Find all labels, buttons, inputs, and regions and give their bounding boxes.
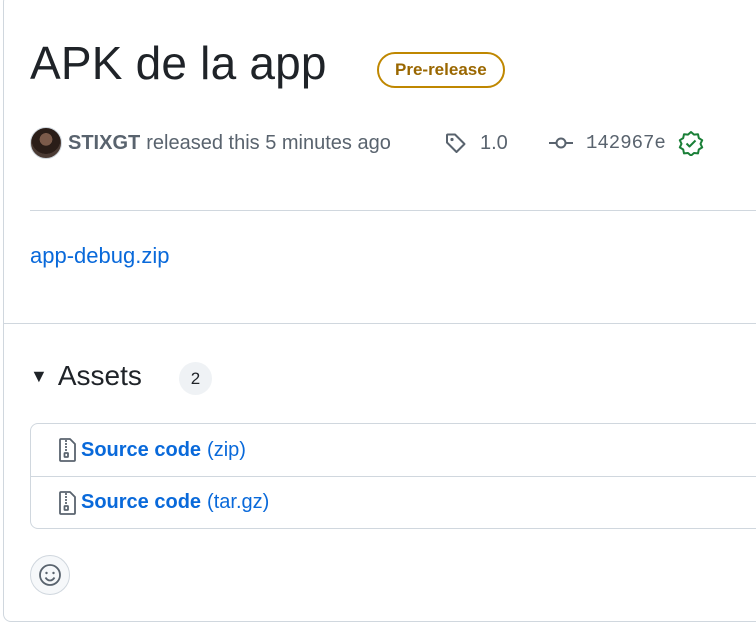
assets-toggle[interactable]: ▼ Assets <box>30 360 142 392</box>
commit-link[interactable]: 142967e <box>548 126 704 160</box>
assets-count: 2 <box>179 362 212 395</box>
file-zip-icon <box>59 490 77 515</box>
commit-icon <box>548 131 574 155</box>
release-notes-link[interactable]: app-debug.zip <box>30 243 169 269</box>
commit-hash: 142967e <box>586 132 666 154</box>
released-text: released this 5 minutes ago <box>146 131 391 154</box>
caret-down-icon: ▼ <box>30 365 48 386</box>
asset-label: Source code <box>81 438 202 461</box>
asset-ext: (tar.gz) <box>207 491 270 513</box>
smiley-icon <box>38 563 62 587</box>
section-divider <box>3 323 756 324</box>
asset-label: Source code <box>81 491 202 513</box>
add-reaction-button[interactable] <box>30 555 70 595</box>
tag-label: 1.0 <box>480 131 508 154</box>
asset-ext: (zip) <box>207 438 246 461</box>
tag-icon <box>444 131 468 155</box>
tag-link[interactable]: 1.0 <box>444 126 508 160</box>
avatar[interactable] <box>30 127 62 159</box>
asset-item[interactable]: Source code (tar.gz) <box>31 476 756 528</box>
asset-item[interactable]: Source code (zip) <box>31 424 756 476</box>
prerelease-badge: Pre-release <box>377 52 505 88</box>
verified-icon[interactable] <box>678 130 704 156</box>
assets-list: Source code (zip) Source code (tar.gz) <box>30 423 756 529</box>
assets-heading: Assets <box>57 360 142 391</box>
release-title: APK de la app <box>30 37 327 89</box>
author-link[interactable]: STIXGT <box>68 132 140 155</box>
file-zip-icon <box>59 438 77 462</box>
divider <box>30 210 756 211</box>
release-meta: STIXGT released this 5 minutes ago <box>30 126 391 160</box>
